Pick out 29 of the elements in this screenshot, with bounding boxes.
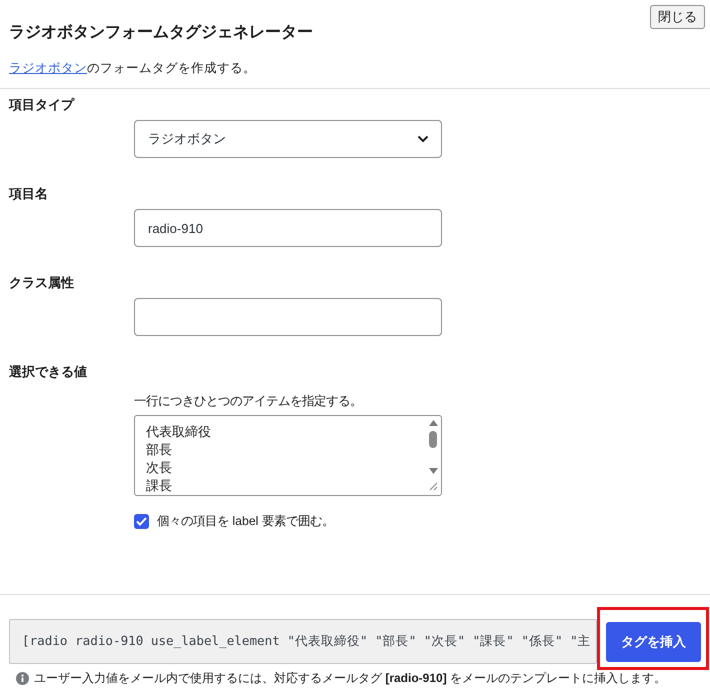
field-label: 項目タイプ — [9, 96, 74, 113]
hint-text: 一行につきひとつのアイテムを指定する。 — [134, 393, 362, 410]
option-line: 代表取締役 — [146, 423, 211, 441]
dialog-title: ラジオボタンフォームタグジェネレーター — [9, 23, 313, 43]
close-button[interactable]: 閉じる — [650, 5, 705, 29]
chevron-down-icon — [417, 135, 429, 143]
option-line: 次長 — [146, 459, 172, 477]
scroll-up-arrow-icon[interactable] — [428, 420, 438, 426]
scroll-down-arrow-icon[interactable] — [428, 468, 438, 474]
text-field[interactable] — [134, 298, 442, 336]
note-text: ユーザー入力値をメール内で使用するには、対応するメールタグ [radio-910] をメールのテンプレートに挿入します。 — [34, 671, 666, 685]
field-label: クラス属性 — [9, 274, 74, 291]
link[interactable]: ラジオボタン — [9, 61, 87, 75]
option-line: 部長 — [146, 441, 172, 459]
scrollbar-thumb[interactable] — [429, 431, 437, 448]
option-line: 課長 — [146, 477, 172, 495]
insert-tag-button[interactable]: タグを挿入 — [606, 622, 701, 662]
description-text: ラジオボタンのフォームタグを作成する。 — [9, 60, 256, 77]
select-value: ラジオボタン — [148, 130, 226, 148]
field-label: 選択できる値 — [9, 363, 87, 380]
checkbox-label[interactable]: 個々の項目を label 要素で囲む。 — [157, 512, 334, 530]
text-field[interactable]: radio-910 — [134, 209, 442, 247]
type-select[interactable]: ラジオボタン — [134, 120, 442, 158]
label-checkbox[interactable] — [134, 514, 149, 528]
info-icon — [16, 672, 29, 684]
resize-grip-icon[interactable] — [428, 481, 438, 491]
options-textarea[interactable]: 代表取締役 部長 次長 課長 — [134, 415, 442, 496]
field-label: 項目名 — [9, 185, 48, 202]
tag-code-field[interactable]: [radio radio-910 use_label_element "代表取締役" "部長" "次長" "課長" "係長" "主 — [9, 619, 597, 664]
